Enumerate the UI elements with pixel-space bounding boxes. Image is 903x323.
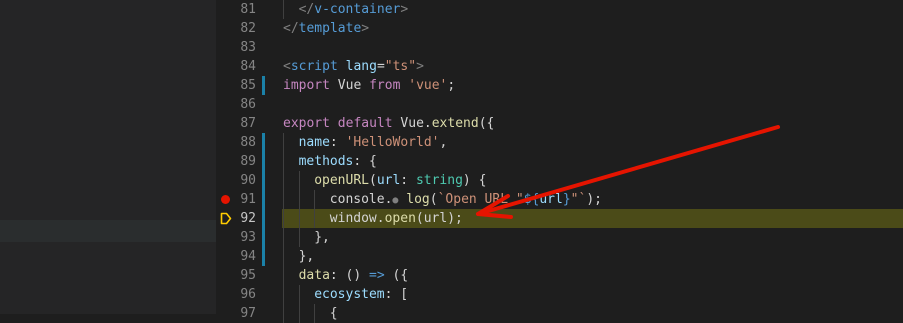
- red-arrow-annotation: [476, 125, 780, 219]
- arrow-shaft: [476, 125, 780, 216]
